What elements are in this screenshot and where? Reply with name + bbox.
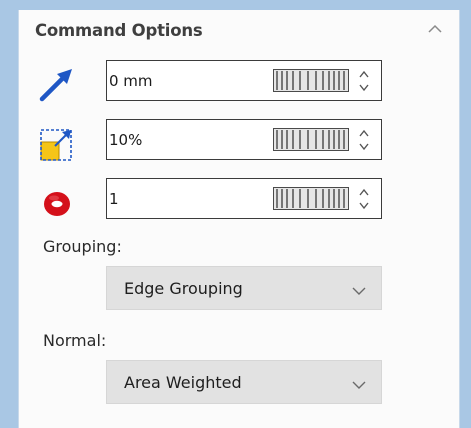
thumbwheel-graphic (273, 69, 349, 92)
count-input[interactable] (107, 179, 267, 218)
chevron-down-icon (351, 376, 367, 389)
scale-input[interactable] (107, 120, 267, 159)
distance-field[interactable] (106, 60, 382, 101)
chevron-up-icon[interactable] (425, 21, 445, 37)
ring-count-icon (37, 183, 77, 223)
option-row-scale (19, 119, 459, 169)
thumbwheel-count[interactable] (273, 187, 349, 210)
chevron-down-icon (351, 282, 367, 295)
spinner-arrows-icon (359, 188, 369, 210)
thumbwheel-distance[interactable] (273, 69, 349, 92)
spinner-count[interactable] (356, 186, 372, 212)
thumbwheel-graphic (273, 128, 349, 151)
normal-selected-value: Area Weighted (124, 373, 242, 392)
thumbwheel-scale[interactable] (273, 128, 349, 151)
option-row-distance (19, 60, 459, 110)
scale-field[interactable] (106, 119, 382, 160)
grouping-selected-value: Edge Grouping (124, 279, 243, 298)
count-field[interactable] (106, 178, 382, 219)
normal-select[interactable]: Area Weighted (106, 360, 382, 404)
spinner-distance[interactable] (356, 68, 372, 94)
command-options-panel: Command Options 0 mm 10% 1 Grouping: Edg… (18, 10, 460, 428)
scale-box-icon (37, 124, 77, 164)
arrow-distance-icon (37, 65, 77, 105)
panel-header[interactable]: Command Options (19, 10, 459, 48)
option-row-count (19, 178, 459, 228)
distance-input[interactable] (107, 61, 267, 100)
panel-title: Command Options (35, 21, 203, 40)
thumbwheel-graphic (273, 187, 349, 210)
grouping-select[interactable]: Edge Grouping (106, 266, 382, 310)
spinner-scale[interactable] (356, 127, 372, 153)
spinner-arrows-icon (359, 129, 369, 151)
grouping-label: Grouping: (43, 237, 122, 256)
spinner-arrows-icon (359, 70, 369, 92)
normal-label: Normal: (43, 331, 107, 350)
